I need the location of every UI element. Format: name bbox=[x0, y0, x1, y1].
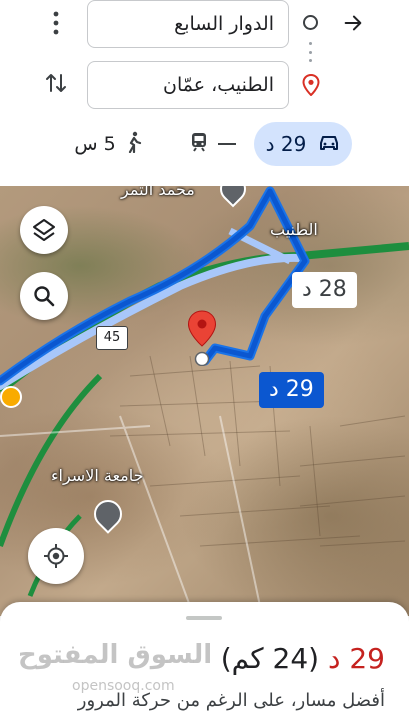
route-connector-dots bbox=[309, 42, 312, 62]
walking-icon bbox=[126, 131, 142, 157]
transit-unavailable-dash bbox=[218, 143, 236, 145]
directions-panel: الدوار السابع الطنيب، عمّان 29 د 5 س bbox=[0, 0, 409, 186]
main-route-callout[interactable]: 29 د bbox=[259, 372, 324, 408]
destination-field[interactable]: الطنيب، عمّان bbox=[87, 61, 289, 109]
mode-transit[interactable] bbox=[178, 122, 248, 166]
layers-icon[interactable] bbox=[20, 206, 68, 254]
construction-icon[interactable] bbox=[0, 386, 22, 408]
destination-pin-icon bbox=[187, 310, 217, 370]
circle-icon bbox=[303, 15, 318, 30]
mode-walk[interactable]: 5 س bbox=[66, 122, 150, 166]
road-shield: 45 bbox=[96, 326, 128, 350]
kebab-icon[interactable] bbox=[48, 10, 64, 40]
my-location-icon[interactable] bbox=[28, 528, 84, 584]
alt-route-callout[interactable]: 28 د bbox=[292, 272, 357, 308]
route-distance: (24 كم) bbox=[220, 642, 320, 675]
drive-time-label: 29 د bbox=[265, 132, 307, 156]
sheet-drag-handle[interactable] bbox=[186, 616, 222, 620]
watermark-brand: السوق المفتوح bbox=[18, 640, 213, 670]
map-label-tunaib: الطنيب bbox=[270, 220, 318, 239]
map-label-north: محمد التمر bbox=[121, 186, 195, 199]
route-time: 29 د bbox=[327, 642, 385, 675]
walk-time-label: 5 س bbox=[74, 133, 116, 155]
map-label-university[interactable]: جامعة الاسراء bbox=[51, 466, 144, 485]
car-icon bbox=[318, 133, 340, 155]
route-description: أفضل مسار، على الرغم من حركة المرور bbox=[77, 690, 385, 711]
pin-icon bbox=[302, 73, 320, 100]
travel-modes: 29 د 5 س bbox=[0, 122, 409, 168]
swap-vertical-icon[interactable] bbox=[43, 70, 69, 100]
map-view[interactable]: محمد التمر الطنيب جامعة الاسراء 45 28 د … bbox=[0, 186, 409, 616]
origin-field[interactable]: الدوار السابع bbox=[87, 0, 289, 48]
route-summary: 29 د (24 كم) bbox=[221, 642, 385, 675]
mode-drive-chip[interactable]: 29 د bbox=[254, 122, 352, 166]
search-icon[interactable] bbox=[20, 272, 68, 320]
train-icon bbox=[190, 132, 208, 156]
route-summary-sheet[interactable]: السوق المفتوح opensooq.com 29 د (24 كم) … bbox=[0, 602, 409, 720]
arrow-right-icon[interactable] bbox=[338, 8, 368, 38]
